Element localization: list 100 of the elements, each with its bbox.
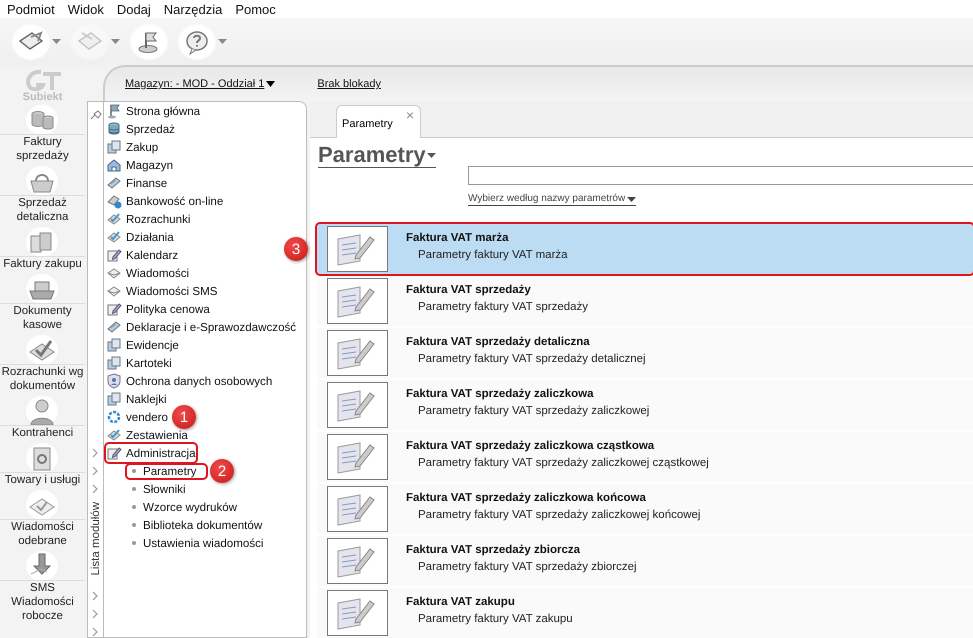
chevron-icon [92, 609, 99, 620]
parameter-title: Faktura VAT sprzedaży [406, 283, 532, 298]
shortcut-button[interactable]: SMS Wiadomości robocze [0, 550, 85, 623]
parameter-row[interactable]: Faktura VAT sprzedaży zaliczkowa końcowa Parametry faktury VAT sprzedaży zaliczkowej końcowej [317, 484, 973, 534]
boxes-icon [106, 355, 122, 371]
shortcut-button[interactable]: Wiadomości odebrane [0, 489, 85, 548]
tree-item[interactable]: Finanse [106, 174, 168, 192]
toolbar-button[interactable] [12, 24, 61, 60]
chevron-icon [92, 591, 99, 602]
step-number-badge: 2 [210, 459, 234, 483]
tree-item[interactable]: Rozrachunki [106, 210, 190, 228]
parameter-row[interactable]: Faktura VAT sprzedaży zbiorcza Parametry faktury VAT sprzedaży zbiorczej [317, 536, 973, 586]
logo-text: Subiekt [22, 91, 62, 103]
tree-item[interactable]: Zakup [106, 138, 158, 156]
parameter-description: Parametry faktury VAT zakupu [418, 612, 573, 627]
shortcut-button[interactable]: Faktury zakupu [0, 226, 85, 271]
tree-item[interactable]: Kalendarz [106, 246, 178, 264]
pencil-icon [106, 301, 122, 317]
bullet-icon [132, 541, 136, 545]
parameter-title: Faktura VAT sprzedaży detaliczna [406, 335, 591, 350]
coins-icon [106, 121, 122, 137]
bullet-icon [132, 487, 136, 491]
parameter-description: Parametry faktury VAT sprzedaży [418, 300, 588, 315]
bullet-icon [132, 523, 136, 527]
chevron-icon [92, 484, 99, 494]
basket-icon [26, 166, 58, 196]
toolbar-button[interactable] [178, 24, 227, 60]
module-list-label: Lista modułów [90, 502, 102, 576]
cash-register-icon [26, 274, 58, 304]
flag-icon [106, 103, 122, 119]
caret-icon [52, 39, 61, 44]
shortcut-button[interactable]: Sprzedaż detaliczna [0, 165, 85, 224]
parameter-row[interactable]: Faktura VAT sprzedaży zaliczkowa Parametry faktury VAT sprzedaży zaliczkowej [317, 380, 973, 430]
caret-icon [426, 152, 436, 158]
parameter-description: Parametry faktury VAT sprzedaży zaliczkowej cząstkowej [418, 456, 709, 471]
tree-item[interactable]: Biblioteka dokumentów [106, 516, 278, 534]
parameter-row[interactable]: Faktura VAT sprzedaży detaliczna Parametry faktury VAT sprzedaży detalicznej [317, 328, 973, 378]
boxes-icon [106, 337, 122, 353]
tree-item[interactable]: Wiadomości [106, 264, 190, 282]
boxes-icon [106, 139, 122, 155]
menu-item[interactable]: Dodaj [110, 0, 157, 18]
tree-item[interactable]: Bankowość on-line [106, 192, 224, 210]
pencil-icon [106, 247, 122, 263]
tree-item[interactable]: Działania [106, 228, 174, 246]
pin-icon [90, 110, 102, 120]
parameter-description: Parametry faktury VAT sprzedaży zaliczkowej [418, 404, 650, 419]
caret-icon [218, 39, 227, 44]
filter-link[interactable]: Wybierz według nazwy parametrów [468, 193, 636, 206]
tree-item[interactable]: Kartoteki [106, 354, 172, 372]
shortcut-button[interactable]: Towary i usługi [0, 442, 85, 487]
tree-item[interactable]: Sprzedaż [106, 120, 175, 138]
coins-icon [26, 105, 58, 135]
tree-item[interactable]: Parametry [106, 462, 212, 480]
house-icon [106, 157, 122, 173]
menu-item[interactable]: Podmiot [0, 0, 61, 18]
tree-item[interactable]: Wzorce wydruków [106, 498, 254, 516]
shortcut-button[interactable]: Rozrachunki wg dokumentów [0, 334, 85, 393]
tree-item[interactable]: Ochrona danych osobowych [106, 372, 272, 390]
parameter-title: Faktura VAT sprzedaży zbiorcza [406, 543, 582, 558]
person-icon [26, 396, 58, 426]
shortcut-button[interactable]: Kontrahenci [0, 395, 85, 440]
parameter-row[interactable]: Faktura VAT marża Parametry faktury VAT marża [317, 224, 973, 274]
lock-status-link[interactable]: Brak blokady [317, 78, 381, 90]
chevron-icon [92, 466, 99, 476]
check-icon [106, 229, 122, 245]
parameter-row[interactable]: Faktura VAT sprzedaży Parametry faktury VAT sprzedaży [317, 276, 973, 326]
bullet-icon [132, 469, 136, 473]
tree-item[interactable]: vendero [106, 408, 168, 426]
parameter-title: Faktura VAT sprzedaży zaliczkowa cząstkowa [406, 439, 656, 454]
parameter-title: Faktura VAT sprzedaży zaliczkowa [406, 387, 594, 402]
tab[interactable]: Parametry × [336, 105, 421, 138]
shortcut-button[interactable]: Faktury sprzedaży [0, 104, 85, 163]
step-number-badge: 1 [172, 405, 196, 429]
bullet-icon [132, 505, 136, 509]
tree-item[interactable]: Słowniki [106, 480, 202, 498]
page-title[interactable]: Parametry [318, 143, 436, 168]
check-icon [106, 427, 122, 443]
box-icon [26, 443, 58, 473]
menu-item[interactable]: Pomoc [228, 0, 282, 18]
tree-item[interactable]: Magazyn [106, 156, 174, 174]
tree-item[interactable]: Strona główna [106, 102, 200, 120]
menu-item[interactable]: Narzędzia [156, 0, 228, 18]
toolbar-button[interactable] [130, 24, 168, 60]
tree-item[interactable]: Polityka cenowa [106, 300, 210, 318]
parameter-description: Parametry faktury VAT sprzedaży zbiorczej [418, 560, 637, 575]
shortcut-button[interactable]: Dokumenty kasowe [0, 273, 85, 332]
tree-item[interactable]: Naklejki [106, 390, 167, 408]
search-field[interactable] [468, 166, 973, 185]
parameter-row[interactable]: Faktura VAT sprzedaży zaliczkowa cząstkowa Parametry faktury VAT sprzedaży zaliczkowej cząstkowej [317, 432, 973, 482]
caret-icon [266, 81, 276, 87]
tree-item[interactable]: Wiadomości SMS [106, 282, 218, 300]
warehouse-link[interactable]: Magazyn: - MOD - Oddział 1 [125, 78, 276, 90]
caret-icon [111, 39, 120, 44]
tree-item[interactable]: Ewidencje [106, 336, 179, 354]
tree-item[interactable]: Ustawienia wiadomości [106, 534, 280, 552]
parameter-row[interactable]: Faktura VAT zakupu Parametry faktury VAT zakupu [317, 588, 973, 638]
tree-item[interactable]: Administracja [106, 444, 196, 462]
tree-item[interactable]: Deklaracje i e-Sprawozdawczość [106, 318, 296, 336]
menu-item[interactable]: Widok [60, 0, 110, 18]
parameter-title: Faktura VAT sprzedaży zaliczkowa końcowa [406, 491, 647, 506]
